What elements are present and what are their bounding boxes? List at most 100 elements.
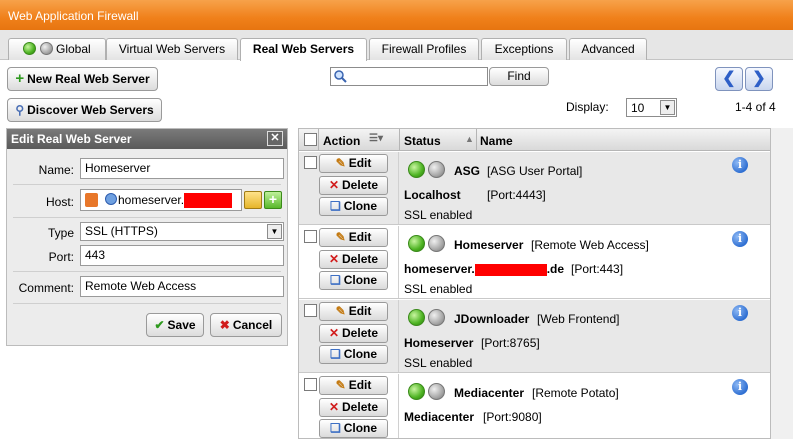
edit-button[interactable]: ✎ Edit (319, 302, 388, 321)
clone-button[interactable]: ❏ Clone (319, 197, 388, 216)
cancel-button[interactable]: ✖ Cancel (210, 313, 282, 337)
tab-firewall-profiles[interactable]: Firewall Profiles (369, 38, 479, 60)
status-green-icon (23, 42, 37, 55)
delete-button[interactable]: ✕ Delete (319, 398, 388, 417)
type-value: SSL (HTTPS) (85, 224, 158, 238)
tab-real-web-servers[interactable]: Real Web Servers (240, 38, 367, 61)
row-checkbox[interactable] (304, 304, 317, 317)
edit-button[interactable]: ✎ Edit (319, 376, 388, 395)
search-input[interactable] (330, 67, 488, 86)
status-grey-icon (39, 42, 53, 55)
delete-label: Delete (342, 252, 379, 266)
sort-ascending-icon: ▲ (465, 134, 474, 144)
row-checkbox[interactable] (304, 230, 317, 243)
find-button[interactable]: Find (489, 67, 549, 86)
status-toggle[interactable] (408, 309, 446, 326)
ssl-status: SSL enabled (404, 356, 473, 370)
column-divider (399, 129, 400, 151)
window-title: Web Application Firewall (0, 0, 793, 30)
tab-exceptions[interactable]: Exceptions (481, 38, 567, 60)
port-field[interactable]: 443 (80, 245, 284, 266)
comment-field[interactable]: Remote Web Access (80, 276, 284, 297)
info-icon[interactable]: i (732, 379, 748, 395)
status-toggle[interactable] (408, 235, 446, 252)
divider (13, 217, 281, 218)
edit-button[interactable]: ✎ Edit (319, 228, 388, 247)
divider (13, 271, 281, 272)
clone-button[interactable]: ❏ Clone (319, 419, 388, 438)
status-green-icon (408, 309, 425, 326)
search-icon: ⚲ (15, 103, 25, 117)
divider (13, 184, 281, 185)
status-green-icon (408, 235, 425, 252)
header-status[interactable]: Status (404, 134, 441, 148)
edit-button[interactable]: ✎ Edit (319, 154, 388, 173)
clone-icon: ❏ (329, 421, 341, 435)
tab-global[interactable]: Global (8, 38, 106, 60)
type-select[interactable]: SSL (HTTPS) ▼ (80, 222, 284, 241)
status-toggle[interactable] (408, 383, 446, 400)
column-divider (318, 129, 319, 151)
tab-advanced[interactable]: Advanced (569, 38, 647, 60)
delete-button[interactable]: ✕ Delete (319, 324, 388, 343)
panel-header: Edit Real Web Server ✕ (7, 129, 287, 149)
table-row: ✎ Edit ✕ Delete ❏ Clone Homeserver [Remote … (299, 226, 770, 299)
cell-divider (398, 374, 399, 438)
cell-divider (398, 152, 399, 224)
panel-title: Edit Real Web Server (11, 132, 132, 146)
status-toggle[interactable] (408, 161, 446, 178)
ssl-status: SSL enabled (404, 208, 473, 222)
cancel-label: Cancel (232, 318, 273, 332)
header-action: Action (323, 134, 361, 148)
host-suffix: .de (546, 262, 565, 276)
display-label: Display: (566, 100, 609, 114)
delete-button[interactable]: ✕ Delete (319, 176, 388, 195)
delete-button[interactable]: ✕ Delete (319, 250, 388, 269)
discover-button-label: Discover Web Servers (27, 103, 154, 117)
chevron-down-icon: ▼ (660, 100, 675, 115)
info-icon[interactable]: i (732, 305, 748, 321)
divider (13, 303, 281, 304)
header-name[interactable]: Name (480, 134, 513, 148)
clone-button[interactable]: ❏ Clone (319, 345, 388, 364)
display-select[interactable]: 10 ▼ (626, 98, 677, 117)
name-field[interactable]: Homeserver (80, 158, 284, 179)
delete-label: Delete (342, 326, 379, 340)
page-scrollbar[interactable] (771, 128, 793, 439)
port-label: Port: (48, 250, 74, 264)
ssl-status: SSL enabled (404, 282, 473, 296)
host-text: homeserver. (118, 193, 185, 207)
column-menu-icon[interactable]: ☰▾ (369, 133, 383, 144)
pagination-text: 1-4 of 4 (735, 100, 776, 114)
info-icon[interactable]: i (732, 231, 748, 247)
select-all-checkbox[interactable] (304, 133, 317, 146)
status-grey-icon (428, 383, 446, 400)
save-button[interactable]: ✔ Save (146, 313, 204, 337)
next-page-icon[interactable]: ❯ (745, 67, 773, 91)
new-real-web-server-button[interactable]: + New Real Web Server (7, 67, 158, 91)
status-grey-icon (428, 161, 446, 178)
previous-page-icon[interactable]: ❮ (715, 67, 743, 91)
row-checkbox[interactable] (304, 378, 317, 391)
server-host: Mediacenter (404, 410, 475, 424)
real-web-servers-table: Action ☰▾ Status ▲ Name ✎ Edit ✕ Delete ❏ C… (298, 128, 771, 439)
clone-button[interactable]: ❏ Clone (319, 271, 388, 290)
display-value: 10 (631, 101, 645, 115)
tab-virtual-web-servers[interactable]: Virtual Web Servers (106, 38, 238, 60)
close-icon[interactable]: ✕ (267, 131, 283, 146)
close-icon: ✖ (219, 318, 230, 332)
clone-label: Clone (343, 421, 378, 435)
add-host-icon[interactable]: + (264, 191, 282, 209)
host-field[interactable]: homeserver. (80, 189, 242, 211)
table-header: Action ☰▾ Status ▲ Name (299, 129, 770, 151)
server-host: Homeserver (404, 336, 474, 350)
server-comment: [Remote Potato] (532, 386, 619, 400)
comment-label: Comment: (18, 281, 74, 295)
delete-label: Delete (342, 400, 379, 414)
row-checkbox[interactable] (304, 156, 317, 169)
folder-icon[interactable] (244, 191, 262, 209)
info-icon[interactable]: i (732, 157, 748, 173)
server-comment: [Remote Web Access] (531, 238, 649, 252)
discover-web-servers-button[interactable]: ⚲ Discover Web Servers (7, 98, 162, 122)
delete-icon: ✕ (328, 178, 340, 192)
